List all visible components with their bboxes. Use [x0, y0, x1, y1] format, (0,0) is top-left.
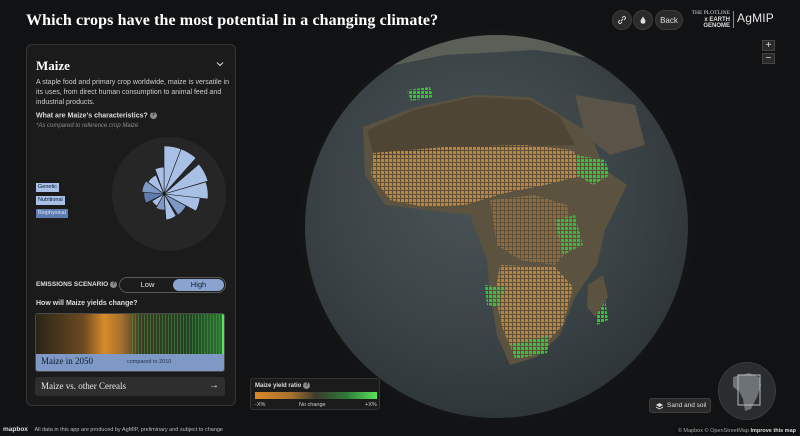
improve-map-link[interactable]: Improve this map	[750, 428, 796, 434]
data-disclaimer: All data in this app are produced by AgM…	[34, 427, 223, 433]
agmip-logo[interactable]: AgMIP	[737, 11, 774, 25]
yield-ratio-title: Maize yield ratio?	[255, 382, 311, 390]
share-link-button[interactable]	[612, 10, 632, 30]
emissions-toggle: Low High	[119, 277, 226, 293]
compare-crops-button[interactable]: Maize vs. other Cereals →	[35, 377, 225, 396]
mapbox-logo[interactable]: mapbox	[3, 426, 28, 433]
emissions-label-text: EMISSIONS SCENARIO	[36, 281, 109, 289]
footer-left: mapbox All data in this app are produced…	[0, 426, 223, 433]
emissions-low-option[interactable]: Low	[122, 279, 173, 291]
attribution-text[interactable]: © Mapbox © OpenStreetMap	[678, 428, 749, 434]
yield-ratio-gradient	[255, 392, 377, 399]
help-icon[interactable]: ?	[303, 382, 311, 389]
link-icon	[618, 16, 626, 24]
yield-card-title: Maize in 2050	[41, 356, 93, 366]
legend-biophysical: Biophysical	[36, 209, 68, 218]
minimap[interactable]	[718, 362, 776, 420]
yield-distribution-strip	[36, 314, 224, 356]
water-toggle-button[interactable]	[633, 10, 653, 30]
back-button[interactable]: Back	[655, 10, 683, 30]
characteristics-title-text: What are Maize's characteristics?	[36, 112, 148, 120]
characteristics-title: What are Maize's characteristics??	[36, 112, 157, 119]
characteristics-rose-chart	[112, 137, 226, 251]
yield-ratio-mid-label: No change	[299, 402, 326, 408]
rose-chart-svg	[141, 145, 209, 221]
logo-divider	[733, 11, 734, 28]
compare-label: Maize vs. other Cereals	[41, 381, 126, 391]
plotline-logo[interactable]: THE PLOTLINE x EARTH GENOME	[688, 10, 730, 30]
yield-card-subtitle: compared to 2010	[127, 359, 172, 365]
layers-icon	[655, 403, 664, 410]
map-attribution: © Mapbox © OpenStreetMap Improve this ma…	[675, 428, 798, 434]
crop-panel: Maize A staple food and primary crop wor…	[26, 44, 236, 406]
yield-change-card[interactable]: Maize in 2050 compared to 2010	[35, 313, 225, 372]
yield-question: How will Maize yields change?	[36, 300, 138, 307]
zoom-out-button[interactable]: −	[762, 53, 775, 64]
globe[interactable]	[305, 35, 688, 418]
help-icon[interactable]: ?	[110, 281, 118, 288]
page-title: Which crops have the most potential in a…	[26, 12, 439, 29]
chevron-down-icon[interactable]	[215, 59, 225, 69]
emissions-high-option[interactable]: High	[173, 279, 224, 291]
sand-and-soil-label: Sand and soil	[667, 402, 707, 409]
africa-map	[305, 35, 688, 365]
water-drop-icon	[640, 16, 646, 24]
plotline-logo-line2: x EARTH GENOME	[703, 16, 730, 30]
crop-description: A staple food and primary crop worldwide…	[36, 79, 229, 106]
minimap-africa	[733, 373, 761, 411]
zoom-in-button[interactable]: +	[762, 40, 775, 51]
emissions-scenario-label: EMISSIONS SCENARIO?	[36, 281, 118, 289]
yield-ratio-min-label: -X%	[255, 402, 266, 408]
legend-nutritional: Nutritional	[36, 196, 65, 205]
legend-genetic: Genetic	[36, 183, 59, 192]
yield-ratio-legend: Maize yield ratio? -X% No change +X%	[250, 378, 380, 410]
arrow-right-icon: →	[209, 380, 219, 391]
crop-name[interactable]: Maize	[36, 58, 70, 74]
sand-and-soil-button[interactable]: Sand and soil	[649, 398, 711, 413]
yield-card-footer: Maize in 2050 compared to 2010	[36, 354, 224, 371]
help-icon[interactable]: ?	[149, 112, 157, 119]
characteristics-note: *As compared to reference crop Maize	[36, 123, 139, 129]
yield-ratio-title-text: Maize yield ratio	[255, 383, 302, 390]
yield-ratio-max-label: +X%	[365, 402, 377, 408]
